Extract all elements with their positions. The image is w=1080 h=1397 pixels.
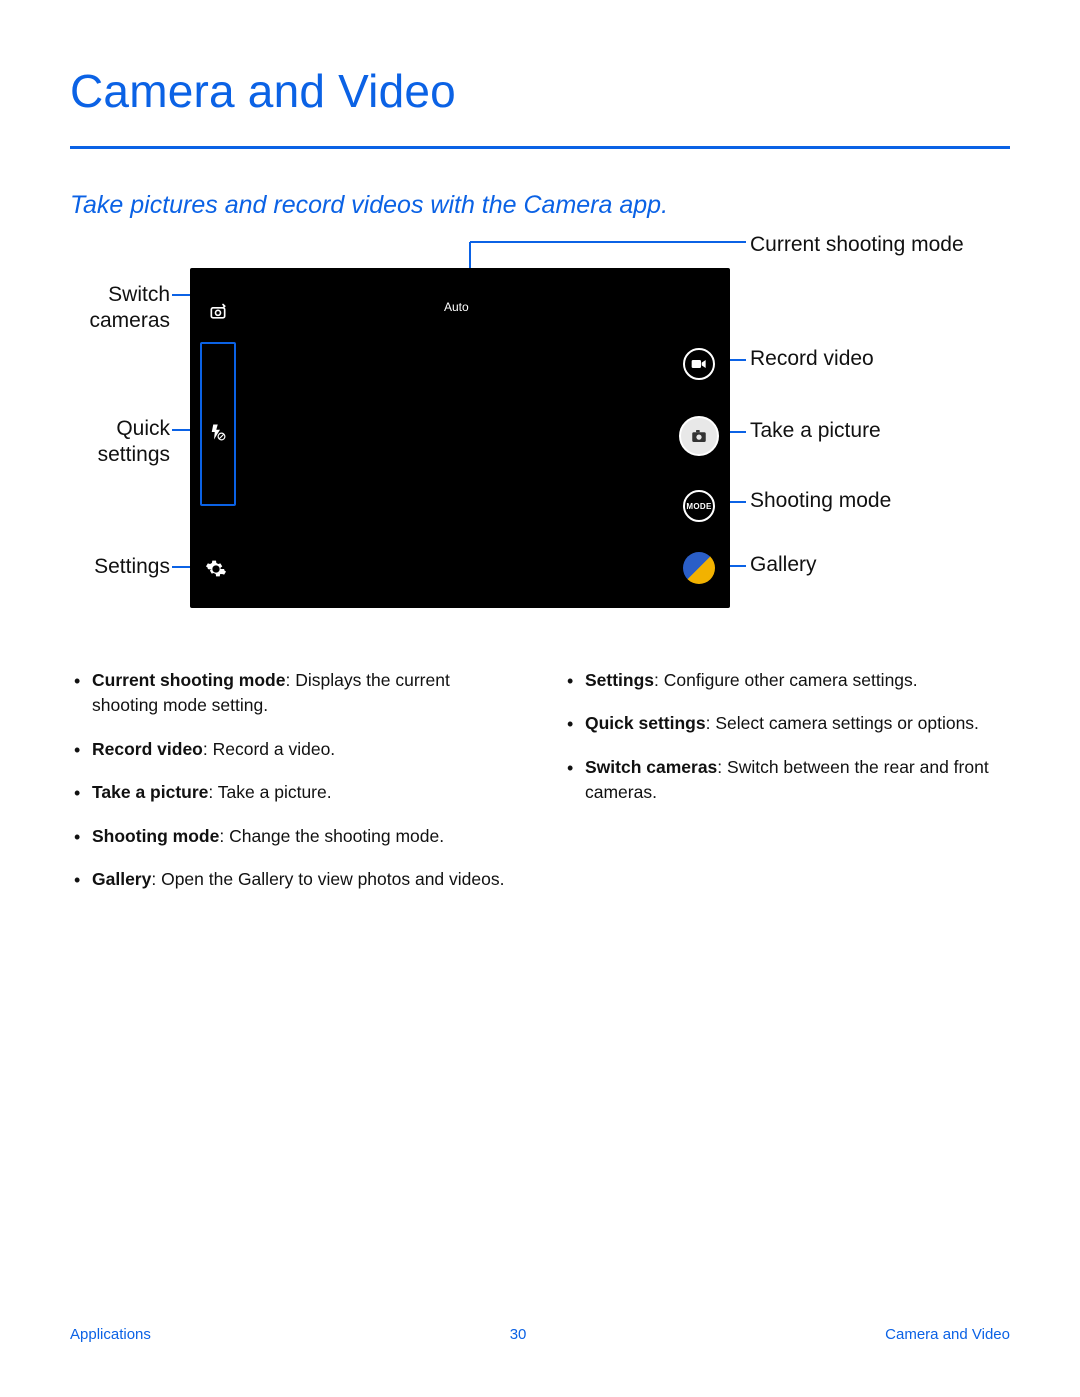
settings-gear-icon[interactable] xyxy=(205,558,225,578)
shooting-mode-button[interactable]: MODE xyxy=(683,490,715,522)
feature-descriptions: Current shooting mode: Displays the curr… xyxy=(70,668,1010,910)
title-divider xyxy=(70,146,1010,149)
page-subtitle: Take pictures and record videos with the… xyxy=(70,191,1010,220)
footer-page-num: 30 xyxy=(510,1326,527,1343)
footer-section: Applications xyxy=(70,1326,151,1343)
callout-current-mode: Current shooting mode xyxy=(750,232,1010,258)
callout-gallery: Gallery xyxy=(750,552,1010,578)
callout-record-video: Record video xyxy=(750,346,1010,372)
list-item: Settings: Configure other camera setting… xyxy=(563,668,1010,693)
page-title: Camera and Video xyxy=(70,64,1010,118)
callout-quick-settings: Quick settings xyxy=(70,416,170,469)
callout-settings: Settings xyxy=(70,554,170,580)
callout-switch-cameras: Switch cameras xyxy=(70,282,170,335)
switch-camera-icon[interactable] xyxy=(208,302,228,322)
list-item: Switch cameras: Switch between the rear … xyxy=(563,755,1010,806)
list-item: Take a picture: Take a picture. xyxy=(70,780,517,805)
bullet-column-right: Settings: Configure other camera setting… xyxy=(563,668,1010,910)
callout-take-picture: Take a picture xyxy=(750,418,1010,444)
take-picture-button[interactable] xyxy=(679,416,719,456)
current-mode-label: Auto xyxy=(444,300,469,314)
page-footer: Applications 30 Camera and Video xyxy=(0,1326,1080,1343)
camera-diagram: Auto xyxy=(70,232,1010,632)
bullet-column-left: Current shooting mode: Displays the curr… xyxy=(70,668,517,910)
camera-viewfinder: Auto xyxy=(190,268,730,608)
list-item: Current shooting mode: Displays the curr… xyxy=(70,668,517,719)
callout-shooting-mode: Shooting mode xyxy=(750,488,1010,514)
list-item: Shooting mode: Change the shooting mode. xyxy=(70,824,517,849)
list-item: Gallery: Open the Gallery to view photos… xyxy=(70,867,517,892)
footer-topic: Camera and Video xyxy=(885,1326,1010,1343)
gallery-button[interactable] xyxy=(683,552,715,584)
list-item: Quick settings: Select camera settings o… xyxy=(563,711,1010,736)
quick-settings-panel[interactable] xyxy=(200,342,236,506)
record-video-button[interactable] xyxy=(683,348,715,380)
list-item: Record video: Record a video. xyxy=(70,737,517,762)
